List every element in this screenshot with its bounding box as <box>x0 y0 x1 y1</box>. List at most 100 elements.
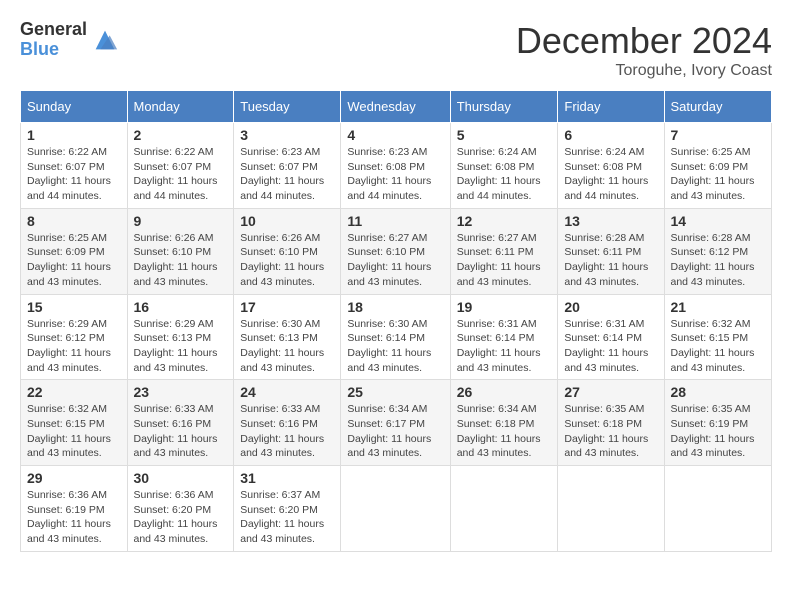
day-number: 12 <box>457 213 552 229</box>
table-row <box>450 466 558 552</box>
day-info: Sunrise: 6:35 AMSunset: 6:19 PMDaylight:… <box>671 403 755 459</box>
logo: General Blue <box>20 20 119 60</box>
table-row: 9Sunrise: 6:26 AMSunset: 6:10 PMDaylight… <box>127 208 234 294</box>
table-row: 18 Sunrise: 6:30 AMSunset: 6:14 PMDayligh… <box>341 294 450 380</box>
table-row: 28Sunrise: 6:35 AMSunset: 6:19 PMDayligh… <box>664 380 772 466</box>
day-number: 15 <box>27 299 121 315</box>
table-row: 26Sunrise: 6:34 AMSunset: 6:18 PMDayligh… <box>450 380 558 466</box>
month-title: December 2024 <box>516 20 772 62</box>
day-number: 7 <box>671 127 766 143</box>
day-info: Sunrise: 6:29 AMSunset: 6:13 PMDaylight:… <box>134 318 218 374</box>
table-row: 17 Sunrise: 6:30 AMSunset: 6:13 PMDayligh… <box>234 294 341 380</box>
logo-blue: Blue <box>20 40 87 60</box>
header-thursday: Thursday <box>450 91 558 123</box>
day-number: 6 <box>564 127 657 143</box>
day-number: 22 <box>27 384 121 400</box>
day-info: Sunrise: 6:32 AMSunset: 6:15 PMDaylight:… <box>671 318 755 374</box>
day-info: Sunrise: 6:34 AMSunset: 6:17 PMDaylight:… <box>347 403 431 459</box>
header-tuesday: Tuesday <box>234 91 341 123</box>
table-row: 25Sunrise: 6:34 AMSunset: 6:17 PMDayligh… <box>341 380 450 466</box>
table-row: 11 Sunrise: 6:27 AMSunset: 6:10 PMDayligh… <box>341 208 450 294</box>
calendar-header-row: Sunday Monday Tuesday Wednesday Thursday… <box>21 91 772 123</box>
day-number: 27 <box>564 384 657 400</box>
header-saturday: Saturday <box>664 91 772 123</box>
table-row: 4 Sunrise: 6:23 AMSunset: 6:08 PMDaylight… <box>341 123 450 209</box>
day-number: 19 <box>457 299 552 315</box>
table-row: 2 Sunrise: 6:22 AMSunset: 6:07 PMDaylight… <box>127 123 234 209</box>
day-number: 4 <box>347 127 443 143</box>
table-row: 7 Sunrise: 6:25 AMSunset: 6:09 PMDaylight… <box>664 123 772 209</box>
day-info: Sunrise: 6:27 AMSunset: 6:11 PMDaylight:… <box>457 232 541 288</box>
day-number: 24 <box>240 384 334 400</box>
table-row: 8 Sunrise: 6:25 AMSunset: 6:09 PMDaylight… <box>21 208 128 294</box>
day-info: Sunrise: 6:31 AMSunset: 6:14 PMDaylight:… <box>457 318 541 374</box>
day-info: Sunrise: 6:36 AMSunset: 6:20 PMDaylight:… <box>134 489 218 545</box>
day-info: Sunrise: 6:22 AMSunset: 6:07 PMDaylight:… <box>27 146 111 202</box>
table-row <box>558 466 664 552</box>
header-monday: Monday <box>127 91 234 123</box>
day-info: Sunrise: 6:32 AMSunset: 6:15 PMDaylight:… <box>27 403 111 459</box>
day-number: 11 <box>347 213 443 229</box>
table-row: 19 Sunrise: 6:31 AMSunset: 6:14 PMDayligh… <box>450 294 558 380</box>
day-number: 5 <box>457 127 552 143</box>
location: Toroguhe, Ivory Coast <box>516 62 772 80</box>
header-wednesday: Wednesday <box>341 91 450 123</box>
table-row: 5 Sunrise: 6:24 AMSunset: 6:08 PMDaylight… <box>450 123 558 209</box>
day-number: 2 <box>134 127 228 143</box>
day-info: Sunrise: 6:30 AMSunset: 6:14 PMDaylight:… <box>347 318 431 374</box>
day-info: Sunrise: 6:31 AMSunset: 6:14 PMDaylight:… <box>564 318 648 374</box>
table-row <box>341 466 450 552</box>
table-row <box>664 466 772 552</box>
day-info: Sunrise: 6:22 AMSunset: 6:07 PMDaylight:… <box>134 146 218 202</box>
day-info: Sunrise: 6:23 AMSunset: 6:07 PMDaylight:… <box>240 146 324 202</box>
day-number: 30 <box>134 470 228 486</box>
table-row: 21 Sunrise: 6:32 AMSunset: 6:15 PMDayligh… <box>664 294 772 380</box>
day-number: 9 <box>134 213 228 229</box>
day-number: 10 <box>240 213 334 229</box>
table-row: 29 Sunrise: 6:36 AMSunset: 6:19 PMDayligh… <box>21 466 128 552</box>
day-info: Sunrise: 6:25 AMSunset: 6:09 PMDaylight:… <box>27 232 111 288</box>
logo-general: General <box>20 20 87 40</box>
day-number: 23 <box>134 384 228 400</box>
table-row: 13Sunrise: 6:28 AMSunset: 6:11 PMDayligh… <box>558 208 664 294</box>
day-number: 29 <box>27 470 121 486</box>
header-friday: Friday <box>558 91 664 123</box>
table-row: 10 Sunrise: 6:26 AMSunset: 6:10 PMDayligh… <box>234 208 341 294</box>
day-number: 3 <box>240 127 334 143</box>
table-row: 15Sunrise: 6:29 AMSunset: 6:12 PMDayligh… <box>21 294 128 380</box>
day-number: 20 <box>564 299 657 315</box>
table-row: 20 Sunrise: 6:31 AMSunset: 6:14 PMDayligh… <box>558 294 664 380</box>
table-row: 14Sunrise: 6:28 AMSunset: 6:12 PMDayligh… <box>664 208 772 294</box>
table-row: 16Sunrise: 6:29 AMSunset: 6:13 PMDayligh… <box>127 294 234 380</box>
day-info: Sunrise: 6:34 AMSunset: 6:18 PMDaylight:… <box>457 403 541 459</box>
day-info: Sunrise: 6:26 AMSunset: 6:10 PMDaylight:… <box>240 232 324 288</box>
day-number: 21 <box>671 299 766 315</box>
day-info: Sunrise: 6:30 AMSunset: 6:13 PMDaylight:… <box>240 318 324 374</box>
title-section: December 2024 Toroguhe, Ivory Coast <box>516 20 772 80</box>
day-info: Sunrise: 6:36 AMSunset: 6:19 PMDaylight:… <box>27 489 111 545</box>
day-number: 1 <box>27 127 121 143</box>
page-header: General Blue December 2024 Toroguhe, Ivo… <box>20 20 772 80</box>
day-number: 8 <box>27 213 121 229</box>
day-info: Sunrise: 6:24 AMSunset: 6:08 PMDaylight:… <box>564 146 648 202</box>
day-info: Sunrise: 6:33 AMSunset: 6:16 PMDaylight:… <box>134 403 218 459</box>
table-row: 27 Sunrise: 6:35 AMSunset: 6:18 PMDayligh… <box>558 380 664 466</box>
table-row: 1 Sunrise: 6:22 AMSunset: 6:07 PMDaylight… <box>21 123 128 209</box>
table-row: 24 Sunrise: 6:33 AMSunset: 6:16 PMDayligh… <box>234 380 341 466</box>
day-number: 18 <box>347 299 443 315</box>
table-row: 22 Sunrise: 6:32 AMSunset: 6:15 PMDayligh… <box>21 380 128 466</box>
table-row: 23 Sunrise: 6:33 AMSunset: 6:16 PMDayligh… <box>127 380 234 466</box>
day-info: Sunrise: 6:37 AMSunset: 6:20 PMDaylight:… <box>240 489 324 545</box>
day-info: Sunrise: 6:35 AMSunset: 6:18 PMDaylight:… <box>564 403 648 459</box>
day-number: 17 <box>240 299 334 315</box>
table-row: 12 Sunrise: 6:27 AMSunset: 6:11 PMDayligh… <box>450 208 558 294</box>
day-info: Sunrise: 6:33 AMSunset: 6:16 PMDaylight:… <box>240 403 324 459</box>
calendar-table: Sunday Monday Tuesday Wednesday Thursday… <box>20 90 772 552</box>
day-number: 13 <box>564 213 657 229</box>
day-info: Sunrise: 6:25 AMSunset: 6:09 PMDaylight:… <box>671 146 755 202</box>
day-info: Sunrise: 6:27 AMSunset: 6:10 PMDaylight:… <box>347 232 431 288</box>
day-info: Sunrise: 6:23 AMSunset: 6:08 PMDaylight:… <box>347 146 431 202</box>
table-row: 31Sunrise: 6:37 AMSunset: 6:20 PMDayligh… <box>234 466 341 552</box>
table-row: 30 Sunrise: 6:36 AMSunset: 6:20 PMDayligh… <box>127 466 234 552</box>
day-info: Sunrise: 6:24 AMSunset: 6:08 PMDaylight:… <box>457 146 541 202</box>
